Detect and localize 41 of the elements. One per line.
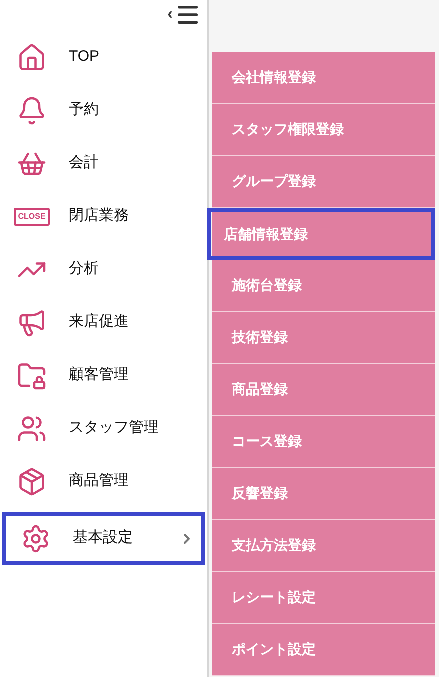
close-sign-icon: CLOSE xyxy=(14,208,50,226)
people-icon xyxy=(17,414,47,444)
sidebar-item[interactable]: 商品管理 xyxy=(2,455,205,508)
collapse-button[interactable]: ‹ xyxy=(168,7,173,23)
box-icon xyxy=(17,466,47,496)
submenu-item[interactable]: 店舗情報登録 xyxy=(207,208,435,260)
sidebar-label: 基本設定 xyxy=(73,528,134,548)
sidebar-label: 会計 xyxy=(69,153,100,174)
submenu-item[interactable]: 反響登録 xyxy=(212,468,435,520)
sidebar-item[interactable]: CLOSE 閉店業務 xyxy=(2,190,205,243)
sidebar-label: 分析 xyxy=(69,259,100,280)
sidebar-label: 来店促進 xyxy=(69,312,130,332)
sidebar-label: 閉店業務 xyxy=(69,206,130,226)
submenu-item[interactable]: グループ登録 xyxy=(212,156,435,208)
submenu-item[interactable]: 施術台登録 xyxy=(212,260,435,312)
submenu-item[interactable]: コース登録 xyxy=(212,416,435,468)
bell-icon xyxy=(17,96,47,126)
sidebar-label: 顧客管理 xyxy=(69,365,130,386)
sidebar-label: スタッフ管理 xyxy=(69,418,160,438)
sidebar-item[interactable]: 来店促進 xyxy=(2,296,205,349)
submenu-item[interactable]: 会社情報登録 xyxy=(212,52,435,104)
home-icon xyxy=(17,42,47,72)
megaphone-icon xyxy=(17,308,47,338)
sidebar-label: 商品管理 xyxy=(69,471,130,492)
folder-lock-icon xyxy=(17,360,47,390)
sidebar-label: 予約 xyxy=(69,100,100,120)
submenu-item[interactable]: ポイント設定 xyxy=(212,624,435,676)
submenu-item[interactable]: 商品登録 xyxy=(212,364,435,416)
submenu-item[interactable]: スタッフ権限登録 xyxy=(212,104,435,156)
sidebar-item[interactable]: スタッフ管理 xyxy=(2,402,205,455)
sidebar-label: TOP xyxy=(69,47,101,68)
sidebar-item[interactable]: 顧客管理 xyxy=(2,349,205,402)
sidebar-item[interactable]: 予約 xyxy=(2,84,205,137)
settings-icon xyxy=(21,524,51,554)
sidebar-item[interactable]: 分析 xyxy=(2,243,205,296)
sidebar-item[interactable]: 基本設定 xyxy=(2,512,205,565)
sidebar-item[interactable]: 会計 xyxy=(2,137,205,190)
sidebar-item[interactable]: TOP xyxy=(2,31,205,84)
submenu-item[interactable]: 技術登録 xyxy=(212,312,435,364)
submenu-item[interactable]: 支払方法登録 xyxy=(212,520,435,572)
submenu-item[interactable]: レシート設定 xyxy=(212,572,435,624)
